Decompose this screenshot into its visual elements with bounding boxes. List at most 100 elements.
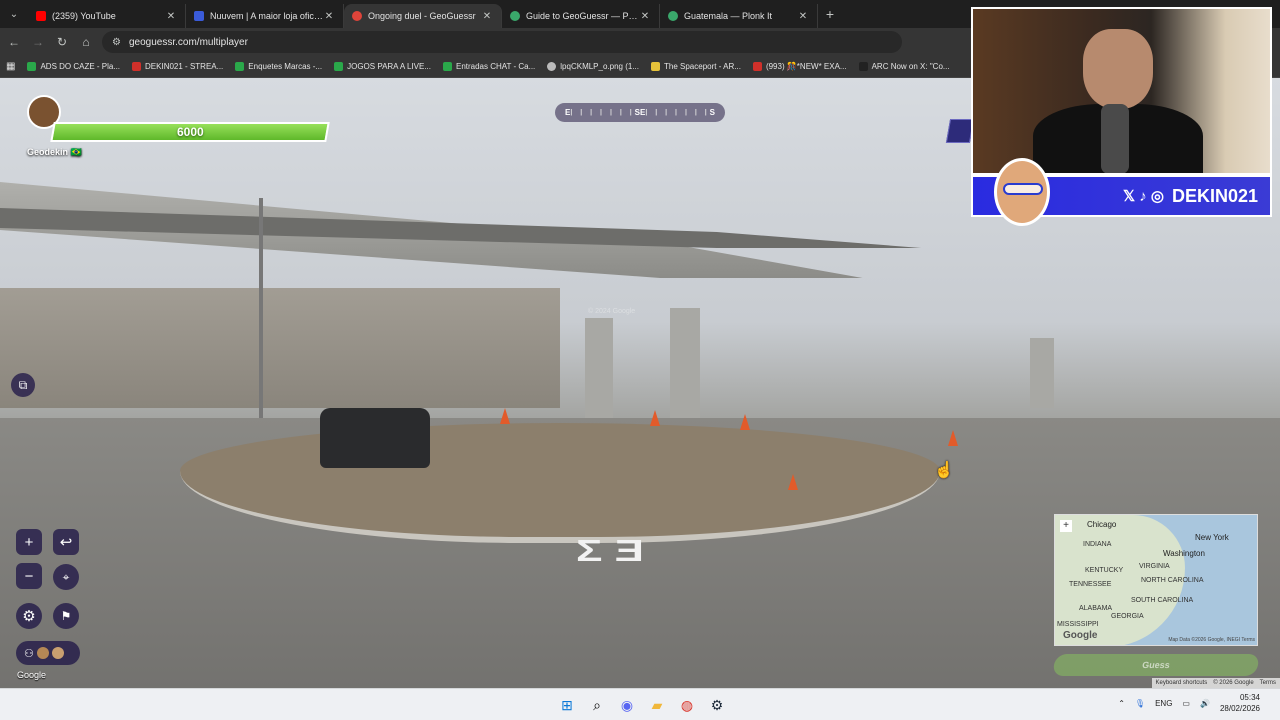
bookmark-favicon-icon	[752, 62, 762, 71]
apps-grid-icon[interactable]: ▦	[0, 61, 21, 72]
language-indicator[interactable]: ENG	[1155, 699, 1172, 708]
road-marking-text: Σ Ǝ	[576, 533, 644, 568]
close-tab-icon[interactable]: ✕	[481, 11, 493, 22]
map-zoom-in-icon[interactable]: +	[1060, 520, 1072, 532]
streamer-face	[1083, 29, 1153, 109]
flag-icon[interactable]: ⚑	[53, 603, 79, 629]
hand-cursor-icon: ☝	[934, 462, 954, 479]
close-tab-icon[interactable]: ✕	[639, 11, 651, 22]
network-icon[interactable]: ▭	[1182, 699, 1190, 708]
search-icon[interactable]: ⌕	[585, 693, 609, 717]
close-tab-icon[interactable]: ✕	[323, 11, 335, 22]
keyboard-shortcuts-link[interactable]: Keyboard shortcuts	[1156, 680, 1208, 686]
map-label: INDIANA	[1083, 541, 1112, 548]
windows-start-icon[interactable]: ⊞	[555, 693, 579, 717]
map-label: NORTH CAROLINA	[1141, 577, 1204, 584]
bookmark-item[interactable]: Entradas CHAT - Ca...	[437, 62, 541, 71]
microphone-icon[interactable]: 🎙	[1135, 699, 1145, 708]
map-label: KENTUCKY	[1085, 567, 1124, 574]
youtube-favicon-icon	[36, 11, 46, 21]
traffic-cone	[650, 410, 660, 426]
microphone	[1101, 104, 1129, 173]
team-members[interactable]: ⚇	[16, 641, 80, 665]
bookmark-item[interactable]: lpqCKMLP_o.png (1...	[541, 62, 645, 71]
taskbar-apps: ⊞ ⌕ ◉ ▰ ◍ ⚙	[555, 693, 729, 717]
reload-icon[interactable]: ↻	[50, 35, 74, 49]
overpass-pillar	[670, 308, 700, 418]
tab-geoguessr[interactable]: Ongoing duel - GeoGuessr ✕	[344, 4, 502, 28]
tab-search-chevron-icon[interactable]: ⌄	[0, 0, 28, 28]
map-label: VIRGINIA	[1139, 563, 1170, 570]
map-label: Washington	[1163, 549, 1205, 558]
terms-link[interactable]: Terms	[1260, 680, 1276, 686]
traffic-cone	[788, 474, 798, 490]
plonkit-favicon-icon	[668, 11, 678, 21]
bookmark-item[interactable]: The Spaceport - AR...	[645, 62, 747, 71]
bookmark-item[interactable]: JOGOS PARA A LIVE...	[328, 62, 437, 71]
undo-move-button[interactable]: ↩	[53, 529, 79, 555]
bookmark-favicon-icon	[858, 62, 868, 71]
clock[interactable]: 05:34 28/02/2026	[1220, 692, 1260, 714]
guess-button[interactable]: Guess	[1052, 654, 1260, 676]
close-tab-icon[interactable]: ✕	[165, 11, 177, 22]
guess-minimap[interactable]: + Chicago INDIANA New York Washington KE…	[1054, 514, 1258, 646]
map-label: MISSISSIPPI	[1057, 621, 1099, 628]
bookmark-item[interactable]: ADS DO CAZE - Pla...	[21, 62, 126, 71]
overpass-pillar	[1030, 338, 1054, 408]
webcam-overlay	[971, 7, 1272, 175]
map-layers-icon[interactable]: ⧉	[11, 373, 35, 397]
traffic-cone	[948, 430, 958, 446]
compass-ticks: | | | | | | |	[570, 109, 635, 116]
home-icon[interactable]: ⌂	[74, 35, 98, 49]
bookmark-item[interactable]: DEKIN021 - STREA...	[126, 62, 229, 71]
zoom-in-button[interactable]: +	[16, 529, 42, 555]
traffic-cone	[500, 408, 510, 424]
site-info-icon[interactable]: ⚙	[112, 37, 121, 48]
file-explorer-icon[interactable]: ▰	[645, 693, 669, 717]
volume-icon[interactable]: 🔊	[1200, 699, 1210, 708]
steam-icon[interactable]: ⚙	[705, 693, 729, 717]
address-bar[interactable]: ⚙ geoguessr.com/multiplayer	[102, 31, 902, 53]
bookmark-item[interactable]: ARC Now on X: "Co...	[853, 62, 956, 71]
health-value: 6000	[176, 125, 204, 139]
teammate-avatar	[36, 647, 49, 659]
map-label: TENNESSEE	[1069, 581, 1112, 588]
tab-title: Ongoing duel - GeoGuessr	[368, 11, 476, 21]
social-icons: 𝕏 ♪ ◎	[1122, 188, 1164, 205]
forward-arrow-icon[interactable]: →	[26, 35, 50, 49]
map-label: Chicago	[1087, 520, 1117, 529]
tab-plonkit-guide[interactable]: Guide to GeoGuessr — Plonk It ✕	[502, 4, 660, 28]
tab-nuuvem[interactable]: Nuuvem | A maior loja oficial de ✕	[186, 4, 344, 28]
map-label: GEORGIA	[1111, 613, 1144, 620]
settings-gear-icon[interactable]: ⚙	[16, 603, 42, 629]
windows-taskbar: ⊞ ⌕ ◉ ▰ ◍ ⚙ ⌃ 🎙 ENG ▭ 🔊 05:34 28/02/2026	[0, 688, 1280, 720]
underpass-wall	[0, 288, 560, 408]
bookmark-favicon-icon	[334, 62, 344, 71]
brazil-flag-icon: 🇧🇷	[70, 147, 82, 157]
return-to-start-pin-icon[interactable]: ⌖	[53, 564, 79, 590]
bookmark-item[interactable]: Enquetes Marcas -...	[229, 62, 328, 71]
geoguessr-pin-favicon-icon	[352, 11, 362, 21]
mascot-glasses	[1003, 183, 1043, 195]
bookmark-favicon-icon	[27, 62, 37, 71]
map-footer: Keyboard shortcuts © 2026 Google Terms	[1151, 678, 1280, 688]
back-arrow-icon[interactable]: ←	[2, 35, 26, 49]
bookmark-favicon-icon	[547, 62, 557, 71]
new-tab-plus-icon[interactable]: +	[818, 6, 842, 22]
tab-plonkit-guatemala[interactable]: Guatemala — Plonk It ✕	[660, 4, 818, 28]
tray-chevron-icon[interactable]: ⌃	[1118, 699, 1125, 708]
parked-suv	[320, 408, 430, 468]
close-tab-icon[interactable]: ✕	[797, 11, 809, 22]
bookmark-favicon-icon	[442, 62, 452, 71]
bookmark-item[interactable]: (993) 🎊*NEW* EXA...	[747, 62, 853, 71]
copyright-text: © 2026 Google	[1213, 680, 1254, 686]
compass: E | | | | | | | SE | | | | | | | S	[555, 103, 725, 122]
streamer-mascot-avatar	[994, 158, 1050, 226]
guess-label: Guess	[1141, 660, 1171, 670]
chrome-icon[interactable]: ◍	[675, 693, 699, 717]
clock-time: 05:34	[1239, 693, 1260, 702]
zoom-out-button[interactable]: −	[16, 563, 42, 589]
clock-date: 28/02/2026	[1219, 704, 1260, 713]
discord-icon[interactable]: ◉	[615, 693, 639, 717]
tab-youtube[interactable]: (2359) YouTube ✕	[28, 4, 186, 28]
